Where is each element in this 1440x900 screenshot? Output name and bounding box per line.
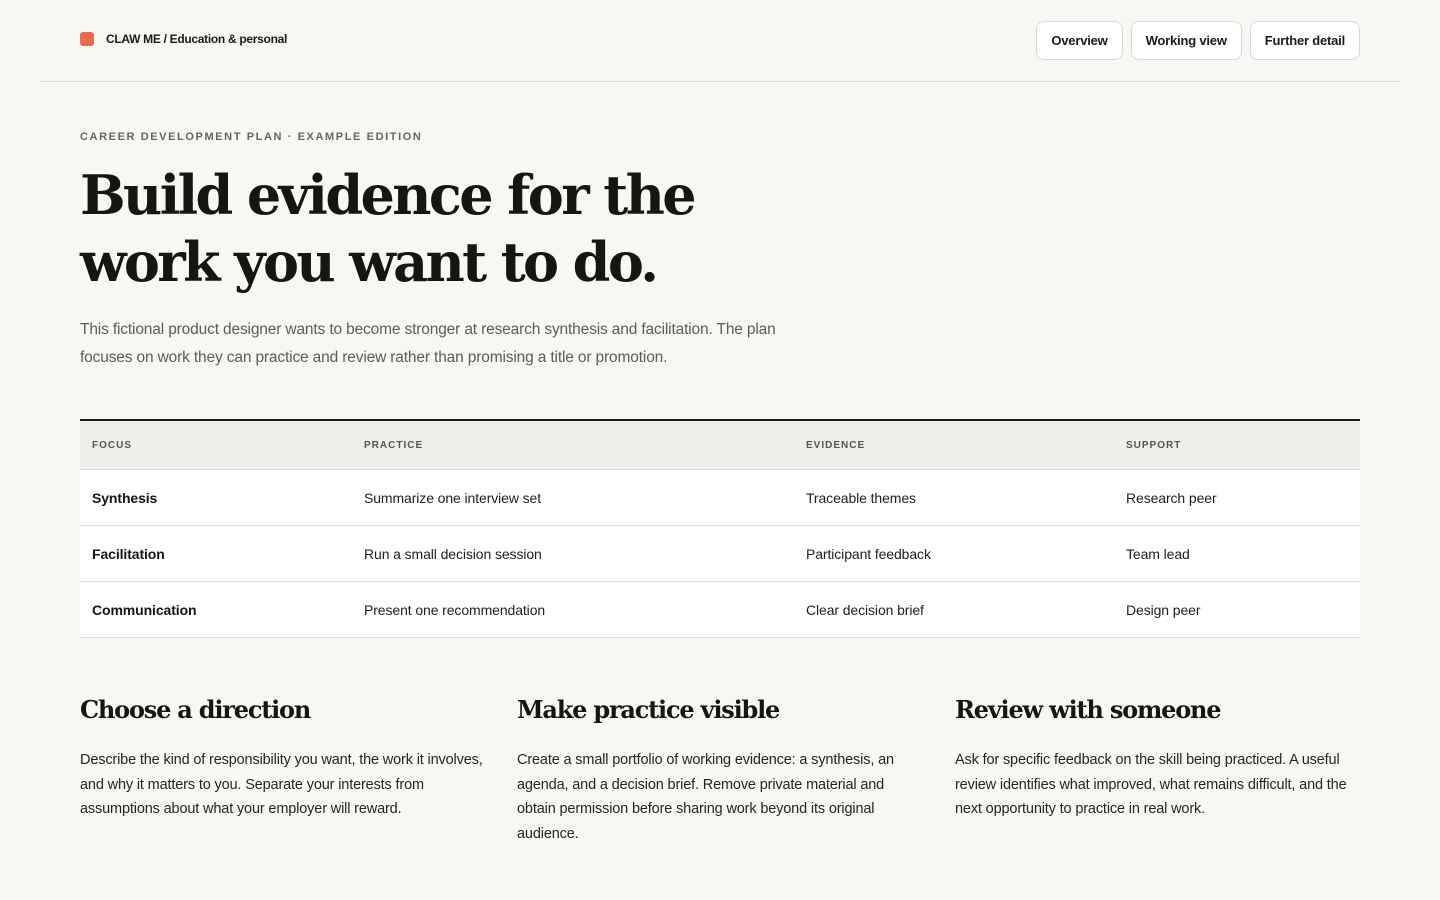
focus-cell: Synthesis <box>92 489 158 506</box>
focus-cell: Communication <box>92 601 197 618</box>
section-heading: Review with someone <box>955 695 1222 724</box>
support-cell: Research peer <box>1126 489 1217 506</box>
section-review-with-someone: Review with someone Ask for specific fee… <box>955 693 1360 822</box>
section-heading: Choose a direction <box>80 695 311 724</box>
support-cell: Design peer <box>1126 601 1201 618</box>
section-make-practice-visible: Make practice visible Create a small por… <box>517 693 897 846</box>
intro-paragraph: This fictional product designer wants to… <box>80 321 776 366</box>
brand-logo-icon <box>80 32 94 46</box>
support-cell: Team lead <box>1126 545 1190 562</box>
column-header-evidence: EVIDENCE <box>806 439 866 451</box>
column-header-focus: FOCUS <box>92 439 132 451</box>
practice-cell: Present one recommendation <box>364 601 546 618</box>
table-row: Facilitation Run a small decision sessio… <box>80 526 1360 582</box>
top-nav: Overview Working view Further detail <box>1036 21 1360 60</box>
table-row: Synthesis Summarize one interview set Tr… <box>80 470 1360 526</box>
nav-further-detail-button[interactable]: Further detail <box>1249 21 1360 60</box>
section-heading: Make practice visible <box>517 695 780 724</box>
section-body: Create a small portfolio of working evid… <box>517 752 894 842</box>
brand-label: CLAW ME / Education & personal <box>106 32 288 46</box>
table-row: Communication Present one recommendation… <box>80 582 1360 638</box>
section-choose-direction: Choose a direction Describe the kind of … <box>80 693 490 822</box>
practice-cell: Summarize one interview set <box>364 489 542 506</box>
eyebrow-label: CAREER DEVELOPMENT PLAN · EXAMPLE EDITIO… <box>80 131 423 143</box>
top-bar: CLAW ME / Education & personal Overview … <box>40 0 1400 82</box>
nav-working-view-button[interactable]: Working view <box>1130 21 1242 60</box>
focus-cell: Facilitation <box>92 545 165 562</box>
section-body: Describe the kind of responsibility you … <box>80 752 483 817</box>
column-header-practice: PRACTICE <box>364 439 424 451</box>
brand[interactable]: CLAW ME / Education & personal <box>80 32 287 46</box>
evidence-cell: Participant feedback <box>806 545 931 562</box>
plan-table: FOCUS PRACTICE EVIDENCE SUPPORT Synthesi… <box>80 419 1360 638</box>
column-header-support: SUPPORT <box>1126 439 1182 451</box>
nav-overview-button[interactable]: Overview <box>1036 21 1123 60</box>
evidence-cell: Clear decision brief <box>806 601 924 618</box>
page-title: Build evidence for the work you want to … <box>80 163 697 294</box>
table-header-row: FOCUS PRACTICE EVIDENCE SUPPORT <box>80 421 1360 470</box>
section-body: Ask for specific feedback on the skill b… <box>955 752 1347 817</box>
evidence-cell: Traceable themes <box>806 489 916 506</box>
practice-cell: Run a small decision session <box>364 545 542 562</box>
